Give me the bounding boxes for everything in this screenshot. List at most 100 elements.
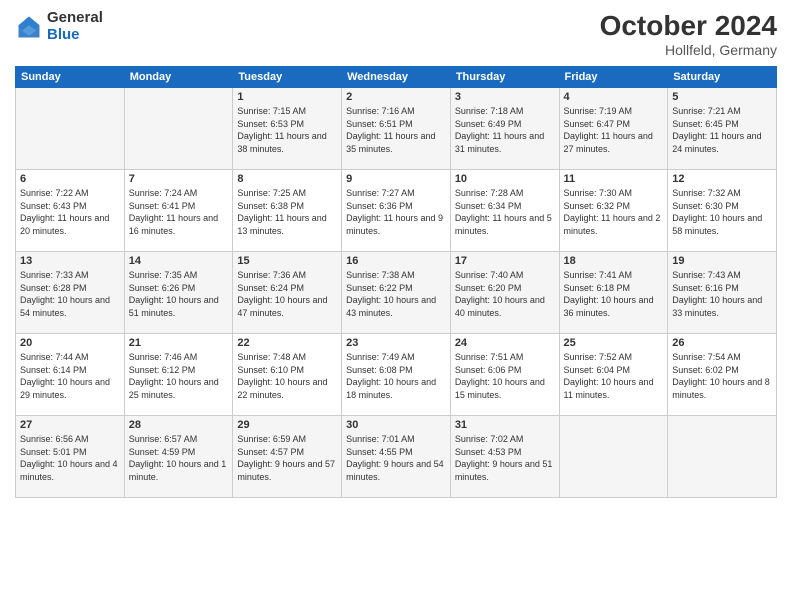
- calendar-cell: 4 Sunrise: 7:19 AMSunset: 6:47 PMDayligh…: [559, 88, 668, 170]
- calendar-cell: 3 Sunrise: 7:18 AMSunset: 6:49 PMDayligh…: [450, 88, 559, 170]
- day-number: 11: [564, 173, 664, 185]
- location-title: Hollfeld, Germany: [600, 42, 777, 58]
- logo-text: General Blue: [47, 10, 103, 43]
- col-wednesday: Wednesday: [342, 67, 451, 88]
- calendar-cell: [668, 416, 777, 498]
- day-detail: Sunrise: 6:59 AMSunset: 4:57 PMDaylight:…: [237, 433, 337, 483]
- day-number: 12: [672, 173, 772, 185]
- day-detail: Sunrise: 7:19 AMSunset: 6:47 PMDaylight:…: [564, 105, 664, 155]
- calendar-week-row: 27 Sunrise: 6:56 AMSunset: 5:01 PMDaylig…: [16, 416, 777, 498]
- calendar-cell: 27 Sunrise: 6:56 AMSunset: 5:01 PMDaylig…: [16, 416, 125, 498]
- day-number: 22: [237, 337, 337, 349]
- day-number: 27: [20, 419, 120, 431]
- day-number: 30: [346, 419, 446, 431]
- day-number: 23: [346, 337, 446, 349]
- day-number: 8: [237, 173, 337, 185]
- day-detail: Sunrise: 7:21 AMSunset: 6:45 PMDaylight:…: [672, 105, 772, 155]
- day-number: 17: [455, 255, 555, 267]
- day-detail: Sunrise: 7:40 AMSunset: 6:20 PMDaylight:…: [455, 269, 555, 319]
- calendar-cell: 26 Sunrise: 7:54 AMSunset: 6:02 PMDaylig…: [668, 334, 777, 416]
- day-number: 4: [564, 91, 664, 103]
- day-detail: Sunrise: 7:27 AMSunset: 6:36 PMDaylight:…: [346, 187, 446, 237]
- calendar-cell: 7 Sunrise: 7:24 AMSunset: 6:41 PMDayligh…: [124, 170, 233, 252]
- calendar-cell: 17 Sunrise: 7:40 AMSunset: 6:20 PMDaylig…: [450, 252, 559, 334]
- day-number: 16: [346, 255, 446, 267]
- day-number: 6: [20, 173, 120, 185]
- calendar-cell: 8 Sunrise: 7:25 AMSunset: 6:38 PMDayligh…: [233, 170, 342, 252]
- day-detail: Sunrise: 7:22 AMSunset: 6:43 PMDaylight:…: [20, 187, 120, 237]
- day-number: 24: [455, 337, 555, 349]
- calendar-cell: 30 Sunrise: 7:01 AMSunset: 4:55 PMDaylig…: [342, 416, 451, 498]
- day-detail: Sunrise: 7:16 AMSunset: 6:51 PMDaylight:…: [346, 105, 446, 155]
- calendar-cell: 6 Sunrise: 7:22 AMSunset: 6:43 PMDayligh…: [16, 170, 125, 252]
- calendar-week-row: 20 Sunrise: 7:44 AMSunset: 6:14 PMDaylig…: [16, 334, 777, 416]
- day-number: 14: [129, 255, 229, 267]
- calendar-week-row: 13 Sunrise: 7:33 AMSunset: 6:28 PMDaylig…: [16, 252, 777, 334]
- day-number: 28: [129, 419, 229, 431]
- calendar-header-row: Sunday Monday Tuesday Wednesday Thursday…: [16, 67, 777, 88]
- calendar-cell: 21 Sunrise: 7:46 AMSunset: 6:12 PMDaylig…: [124, 334, 233, 416]
- day-number: 1: [237, 91, 337, 103]
- day-detail: Sunrise: 7:48 AMSunset: 6:10 PMDaylight:…: [237, 351, 337, 401]
- col-saturday: Saturday: [668, 67, 777, 88]
- calendar-cell: [559, 416, 668, 498]
- day-detail: Sunrise: 7:49 AMSunset: 6:08 PMDaylight:…: [346, 351, 446, 401]
- day-number: 2: [346, 91, 446, 103]
- calendar-cell: 11 Sunrise: 7:30 AMSunset: 6:32 PMDaylig…: [559, 170, 668, 252]
- col-thursday: Thursday: [450, 67, 559, 88]
- day-number: 10: [455, 173, 555, 185]
- calendar-week-row: 1 Sunrise: 7:15 AMSunset: 6:53 PMDayligh…: [16, 88, 777, 170]
- logo: General Blue: [15, 10, 103, 43]
- day-detail: Sunrise: 7:28 AMSunset: 6:34 PMDaylight:…: [455, 187, 555, 237]
- calendar-cell: 10 Sunrise: 7:28 AMSunset: 6:34 PMDaylig…: [450, 170, 559, 252]
- calendar-cell: 23 Sunrise: 7:49 AMSunset: 6:08 PMDaylig…: [342, 334, 451, 416]
- day-detail: Sunrise: 7:44 AMSunset: 6:14 PMDaylight:…: [20, 351, 120, 401]
- day-detail: Sunrise: 7:30 AMSunset: 6:32 PMDaylight:…: [564, 187, 664, 237]
- day-number: 15: [237, 255, 337, 267]
- calendar-cell: 22 Sunrise: 7:48 AMSunset: 6:10 PMDaylig…: [233, 334, 342, 416]
- calendar-table: Sunday Monday Tuesday Wednesday Thursday…: [15, 66, 777, 498]
- day-number: 21: [129, 337, 229, 349]
- title-block: October 2024 Hollfeld, Germany: [600, 10, 777, 58]
- calendar-cell: [124, 88, 233, 170]
- calendar-week-row: 6 Sunrise: 7:22 AMSunset: 6:43 PMDayligh…: [16, 170, 777, 252]
- day-detail: Sunrise: 7:35 AMSunset: 6:26 PMDaylight:…: [129, 269, 229, 319]
- col-sunday: Sunday: [16, 67, 125, 88]
- logo-icon: [15, 13, 43, 41]
- day-number: 13: [20, 255, 120, 267]
- day-detail: Sunrise: 7:32 AMSunset: 6:30 PMDaylight:…: [672, 187, 772, 237]
- calendar-cell: 1 Sunrise: 7:15 AMSunset: 6:53 PMDayligh…: [233, 88, 342, 170]
- day-number: 20: [20, 337, 120, 349]
- day-detail: Sunrise: 6:57 AMSunset: 4:59 PMDaylight:…: [129, 433, 229, 483]
- logo-blue: Blue: [47, 27, 103, 44]
- day-number: 25: [564, 337, 664, 349]
- day-number: 31: [455, 419, 555, 431]
- calendar-cell: 5 Sunrise: 7:21 AMSunset: 6:45 PMDayligh…: [668, 88, 777, 170]
- day-detail: Sunrise: 7:52 AMSunset: 6:04 PMDaylight:…: [564, 351, 664, 401]
- day-number: 5: [672, 91, 772, 103]
- day-number: 19: [672, 255, 772, 267]
- day-detail: Sunrise: 7:41 AMSunset: 6:18 PMDaylight:…: [564, 269, 664, 319]
- day-detail: Sunrise: 7:36 AMSunset: 6:24 PMDaylight:…: [237, 269, 337, 319]
- day-detail: Sunrise: 7:02 AMSunset: 4:53 PMDaylight:…: [455, 433, 555, 483]
- calendar-cell: 24 Sunrise: 7:51 AMSunset: 6:06 PMDaylig…: [450, 334, 559, 416]
- day-number: 9: [346, 173, 446, 185]
- calendar-cell: 12 Sunrise: 7:32 AMSunset: 6:30 PMDaylig…: [668, 170, 777, 252]
- calendar-cell: 28 Sunrise: 6:57 AMSunset: 4:59 PMDaylig…: [124, 416, 233, 498]
- day-number: 7: [129, 173, 229, 185]
- day-detail: Sunrise: 7:46 AMSunset: 6:12 PMDaylight:…: [129, 351, 229, 401]
- logo-general: General: [47, 10, 103, 27]
- day-detail: Sunrise: 7:18 AMSunset: 6:49 PMDaylight:…: [455, 105, 555, 155]
- calendar-cell: 9 Sunrise: 7:27 AMSunset: 6:36 PMDayligh…: [342, 170, 451, 252]
- month-title: October 2024: [600, 10, 777, 42]
- calendar-cell: 25 Sunrise: 7:52 AMSunset: 6:04 PMDaylig…: [559, 334, 668, 416]
- calendar-cell: 18 Sunrise: 7:41 AMSunset: 6:18 PMDaylig…: [559, 252, 668, 334]
- col-friday: Friday: [559, 67, 668, 88]
- day-detail: Sunrise: 7:51 AMSunset: 6:06 PMDaylight:…: [455, 351, 555, 401]
- day-detail: Sunrise: 7:43 AMSunset: 6:16 PMDaylight:…: [672, 269, 772, 319]
- calendar-cell: 14 Sunrise: 7:35 AMSunset: 6:26 PMDaylig…: [124, 252, 233, 334]
- calendar-cell: 16 Sunrise: 7:38 AMSunset: 6:22 PMDaylig…: [342, 252, 451, 334]
- calendar-cell: 15 Sunrise: 7:36 AMSunset: 6:24 PMDaylig…: [233, 252, 342, 334]
- header: General Blue October 2024 Hollfeld, Germ…: [15, 10, 777, 58]
- day-detail: Sunrise: 7:01 AMSunset: 4:55 PMDaylight:…: [346, 433, 446, 483]
